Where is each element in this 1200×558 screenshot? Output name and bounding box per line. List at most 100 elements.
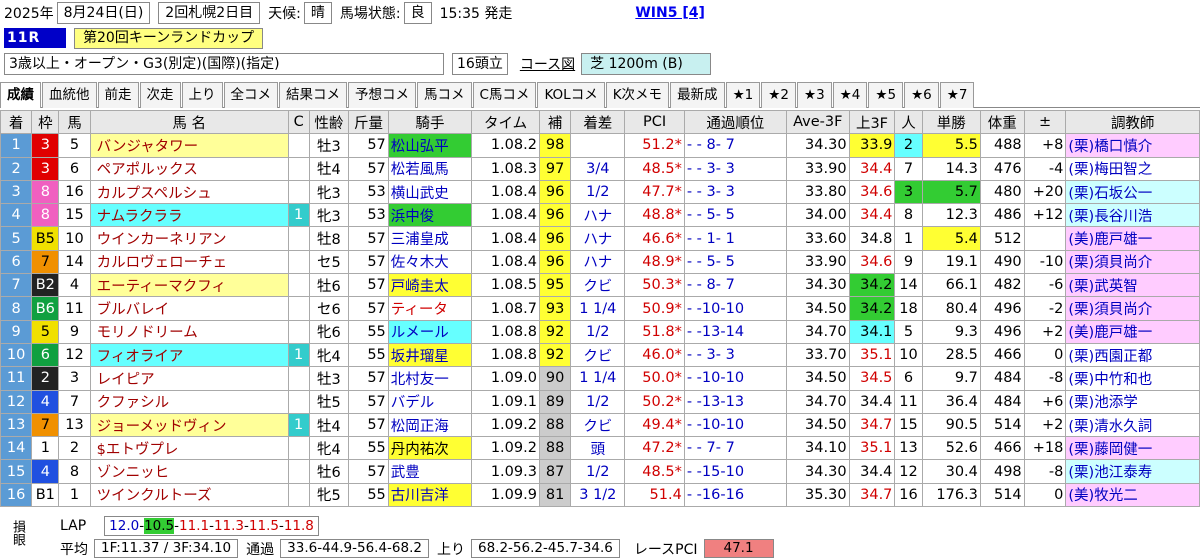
tab-18[interactable]: ★6 bbox=[904, 81, 939, 108]
cell-13: 34.00 bbox=[786, 203, 850, 228]
cell-17: 514 bbox=[979, 412, 1025, 438]
cell-13: 33.90 bbox=[786, 156, 850, 181]
cell-4: 1 bbox=[287, 203, 310, 228]
table-row[interactable]: 7 B2 4 エーティーマクフィ 牡6 57 戸崎圭太 1.08.5 95 クビ 50.3* - - … bbox=[0, 273, 1200, 298]
cell-9: 93 bbox=[538, 296, 572, 321]
table-row[interactable]: 9 5 9 モリノドリーム 牝6 55 ルメール 1.08.8 92 1/2 51.8* - -13-… bbox=[0, 319, 1200, 344]
cell-19: (栗)中竹和也 bbox=[1065, 366, 1200, 391]
cell-18: -4 bbox=[1023, 156, 1067, 181]
tab-10[interactable]: KOLコメ bbox=[537, 81, 605, 108]
cell-2: 8 bbox=[58, 459, 91, 484]
col-header[interactable]: タイム bbox=[471, 109, 540, 135]
col-header[interactable]: 馬 名 bbox=[89, 109, 289, 135]
col-header[interactable]: 枠 bbox=[31, 109, 60, 135]
table-row[interactable]: 11 2 3 レイピア 牡3 57 北村友一 1.09.0 90 1 1/4 50.0* - -10-… bbox=[0, 366, 1200, 391]
col-header[interactable]: 調教師 bbox=[1065, 109, 1200, 135]
tab-7[interactable]: 予想コメ bbox=[348, 81, 416, 108]
tab-0[interactable]: 成績 bbox=[0, 81, 41, 108]
win5-link[interactable]: WIN5 [4] bbox=[635, 5, 705, 21]
date-field: 8月24日(日) bbox=[56, 2, 151, 24]
up-label: 上り bbox=[437, 541, 465, 558]
cell-2: 1 bbox=[58, 482, 91, 508]
weather-field: 晴 bbox=[303, 2, 332, 24]
field-size: 16頭立 bbox=[452, 53, 508, 75]
track-field: 良 bbox=[403, 2, 432, 24]
table-row[interactable]: 13 7 13 ジョーメッドヴィン 1 牡4 57 松岡正海 1.09.2 88 クビ 49.4* - … bbox=[0, 412, 1200, 438]
col-header[interactable]: 体重 bbox=[979, 109, 1025, 135]
cell-16: 28.5 bbox=[921, 342, 981, 368]
tab-15[interactable]: ★3 bbox=[796, 81, 832, 108]
table-row[interactable]: 10 6 12 フィオライア 1 牝4 55 坂井瑠星 1.08.8 92 クビ 46.0* - - 3… bbox=[0, 342, 1200, 368]
lap-time: 11.3 bbox=[213, 518, 245, 534]
cell-15: 14 bbox=[894, 273, 923, 298]
tab-9[interactable]: C馬コメ bbox=[472, 81, 537, 108]
tab-19[interactable]: ★7 bbox=[939, 81, 975, 108]
tab-3[interactable]: 次走 bbox=[139, 81, 181, 108]
table-row[interactable]: 5 B5 10 ウインカーネリアン 牡8 57 三浦皇成 1.08.4 96 ハナ 46.6* - -… bbox=[0, 226, 1200, 251]
col-header[interactable]: 着差 bbox=[570, 109, 626, 135]
col-header[interactable]: 性齢 bbox=[308, 109, 350, 135]
cell-3: ブルバレイ bbox=[89, 296, 289, 321]
col-header[interactable]: 馬 bbox=[58, 109, 91, 135]
cell-5: 牝5 bbox=[308, 482, 350, 508]
col-header[interactable]: 補 bbox=[538, 109, 572, 135]
tab-1[interactable]: 血統他 bbox=[42, 81, 97, 108]
cell-11: 47.2* bbox=[624, 436, 685, 461]
cell-16: 30.4 bbox=[921, 459, 981, 484]
tab-6[interactable]: 結果コメ bbox=[279, 81, 347, 108]
col-header[interactable]: 通過順位 bbox=[683, 109, 788, 135]
tab-2[interactable]: 前走 bbox=[97, 81, 139, 108]
cell-4 bbox=[287, 133, 310, 158]
col-header[interactable]: 上3F bbox=[848, 109, 896, 135]
table-row[interactable]: 1 3 5 バンジャタワー 牡3 57 松山弘平 1.08.2 98 51.2* - - 8- 73… bbox=[0, 133, 1200, 158]
tab-13[interactable]: ★1 bbox=[725, 81, 761, 108]
col-header[interactable]: 単勝 bbox=[921, 109, 981, 135]
cell-11: 48.5* bbox=[624, 459, 685, 484]
cell-1: 5 bbox=[31, 319, 60, 344]
cell-4 bbox=[287, 366, 310, 391]
cell-6: 55 bbox=[348, 319, 389, 344]
cell-1: B2 bbox=[31, 273, 60, 298]
cell-14: 35.1 bbox=[848, 342, 896, 368]
table-row[interactable]: 2 3 6 ペアポルックス 牡4 57 松若風馬 1.08.3 97 3/4 48.5* - - 3-… bbox=[0, 156, 1200, 181]
cell-9: 92 bbox=[538, 319, 572, 344]
col-header[interactable]: 騎手 bbox=[387, 109, 473, 135]
tab-11[interactable]: K次メモ bbox=[605, 81, 670, 108]
table-row[interactable]: 15 4 8 ゾンニッヒ 牡6 57 武豊 1.09.3 87 1/2 48.5* - -15-10 3… bbox=[0, 459, 1200, 484]
cell-2: 14 bbox=[58, 249, 91, 275]
tab-4[interactable]: 上り bbox=[181, 81, 223, 108]
cell-10: クビ bbox=[570, 273, 626, 298]
col-header[interactable]: PCI bbox=[624, 109, 685, 135]
course-map-link[interactable]: コース図 bbox=[520, 54, 575, 74]
col-header[interactable]: 着 bbox=[0, 109, 33, 135]
cell-6: 57 bbox=[348, 156, 389, 181]
table-row[interactable]: 3 8 16 カルプスペルシュ 牝3 53 横山武史 1.08.4 96 1/2 47.7* - - … bbox=[0, 179, 1200, 205]
cell-12: - - 8- 7 bbox=[683, 273, 788, 298]
tab-16[interactable]: ★4 bbox=[832, 81, 868, 108]
col-header[interactable]: ± bbox=[1023, 109, 1067, 135]
table-row[interactable]: 12 4 7 クファシル 牡5 57 バデル 1.09.1 89 1/2 50.2* - -13-13… bbox=[0, 389, 1200, 414]
col-header[interactable]: Ave-3F bbox=[786, 109, 850, 135]
table-row[interactable]: 8 B6 11 ブルバレイ セ6 57 ティータ 1.08.7 93 1 1/4 50.9* - -1… bbox=[0, 296, 1200, 321]
cell-2: 6 bbox=[58, 156, 91, 181]
table-row[interactable]: 4 8 15 ナムラクララ 1 牝3 53 浜中俊 1.08.4 96 ハナ 48.8* - - 5- … bbox=[0, 203, 1200, 228]
table-row[interactable]: 6 7 14 カルロヴェローチェ セ5 57 佐々木大 1.08.4 96 ハナ 48.9* - - … bbox=[0, 249, 1200, 275]
cell-18: 0 bbox=[1023, 482, 1067, 508]
cell-2: 3 bbox=[58, 366, 91, 391]
cell-19: (美)鹿戸雄一 bbox=[1065, 319, 1200, 344]
cell-19: (栗)須貝尚介 bbox=[1065, 296, 1200, 321]
col-header[interactable]: C bbox=[287, 109, 310, 135]
tab-5[interactable]: 全コメ bbox=[223, 81, 278, 108]
cell-1: 3 bbox=[31, 156, 60, 181]
table-row[interactable]: 16 B1 1 ツインクルトーズ 牝5 55 古川吉洋 1.09.9 81 3 1/2 51.4- … bbox=[0, 482, 1200, 508]
cell-10: 1 1/4 bbox=[570, 366, 626, 391]
tab-14[interactable]: ★2 bbox=[761, 81, 796, 108]
col-header[interactable]: 人 bbox=[894, 109, 923, 135]
tab-17[interactable]: ★5 bbox=[868, 81, 904, 108]
cell-5: 牝4 bbox=[308, 342, 350, 368]
tab-8[interactable]: 馬コメ bbox=[417, 81, 472, 108]
cell-17: 486 bbox=[979, 203, 1025, 228]
tab-12[interactable]: 最新成 bbox=[670, 81, 725, 108]
col-header[interactable]: 斤量 bbox=[348, 109, 389, 135]
table-row[interactable]: 14 1 2 $エトヴプレ 牝4 55 丹内祐次 1.09.2 88 頭 47.2* - - 7- 7… bbox=[0, 436, 1200, 461]
